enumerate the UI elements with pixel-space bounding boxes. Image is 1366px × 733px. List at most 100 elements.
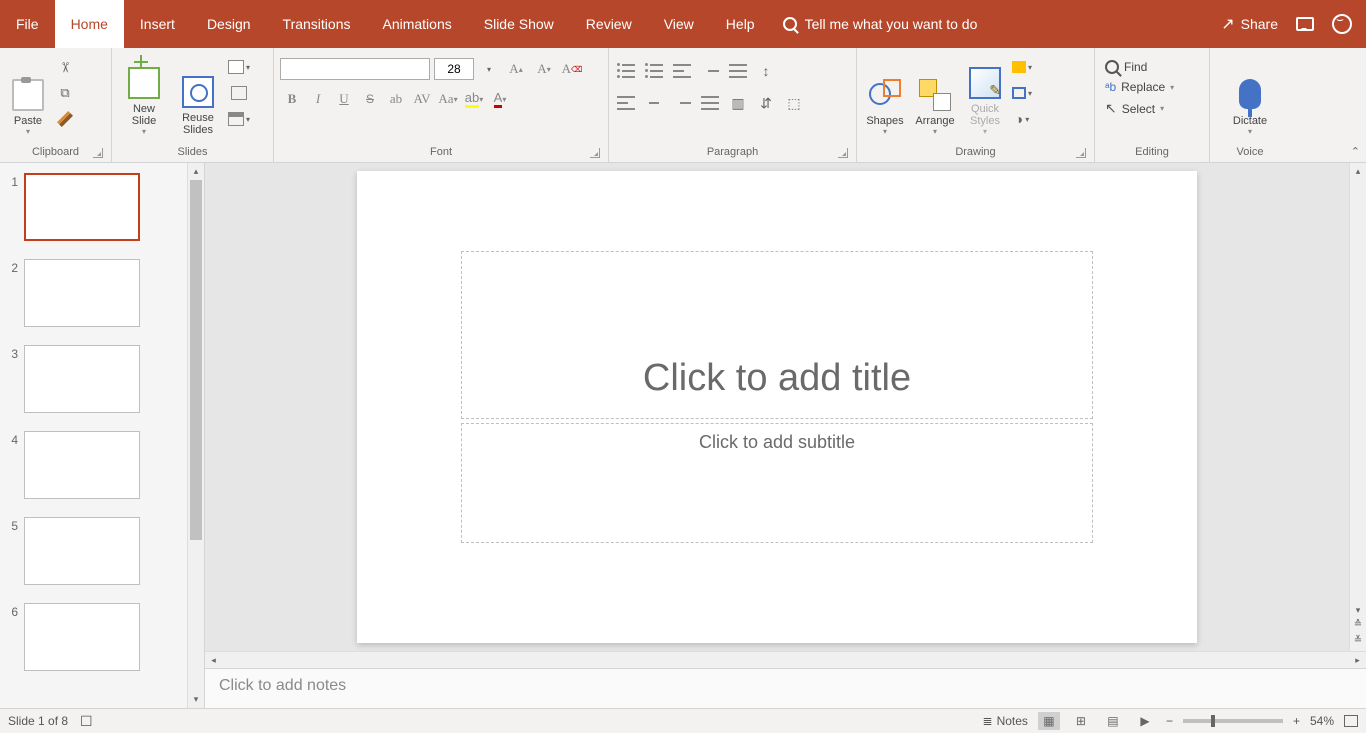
- numbering-button[interactable]: [643, 60, 665, 82]
- font-launcher[interactable]: [590, 148, 600, 158]
- change-case-button[interactable]: Aa▾: [436, 88, 460, 110]
- notes-pane[interactable]: Click to add notes: [205, 668, 1366, 708]
- fit-to-window-button[interactable]: [1344, 715, 1358, 727]
- thumbnail-slide[interactable]: [24, 259, 140, 327]
- tab-transitions[interactable]: Transitions: [267, 0, 367, 48]
- slide-sorter-view-button[interactable]: ⊞: [1070, 712, 1092, 730]
- text-direction-button[interactable]: ↕: [755, 60, 777, 82]
- scroll-down-button[interactable]: ▾: [188, 691, 204, 708]
- increase-font-button[interactable]: A▴: [504, 58, 528, 80]
- chevron-down-icon: ▾: [26, 127, 30, 136]
- canvas-horizontal-scrollbar[interactable]: ◂ ▸: [205, 651, 1366, 668]
- align-text-button[interactable]: ⇵: [755, 92, 777, 114]
- reset-button[interactable]: [228, 82, 250, 104]
- hscroll-left-button[interactable]: ◂: [205, 652, 222, 668]
- thumbnail-slide[interactable]: [24, 345, 140, 413]
- zoom-in-button[interactable]: +: [1293, 714, 1300, 728]
- shapes-button[interactable]: Shapes ▾: [863, 52, 907, 138]
- tab-review[interactable]: Review: [570, 0, 648, 48]
- scroll-up-button[interactable]: ▴: [188, 163, 204, 180]
- tab-design[interactable]: Design: [191, 0, 267, 48]
- hscroll-right-button[interactable]: ▸: [1349, 652, 1366, 668]
- thumbnails-scrollbar[interactable]: ▴ ▾: [187, 163, 204, 708]
- drawing-launcher[interactable]: [1076, 148, 1086, 158]
- thumbnail-slide[interactable]: [24, 173, 140, 241]
- comments-icon[interactable]: [1296, 17, 1314, 31]
- replace-button[interactable]: ᵃbReplace▾: [1101, 78, 1178, 96]
- select-button[interactable]: ↖Select▾: [1101, 98, 1168, 119]
- copy-button[interactable]: ⧉: [54, 82, 76, 104]
- spell-check-icon[interactable]: ☐: [80, 713, 93, 730]
- share-button[interactable]: ↗ Share: [1221, 14, 1278, 34]
- cut-button[interactable]: ✂: [54, 56, 76, 78]
- character-spacing-button[interactable]: AV: [410, 88, 434, 110]
- decrease-indent-button[interactable]: [671, 60, 693, 82]
- paragraph-launcher[interactable]: [838, 148, 848, 158]
- reuse-slides-button[interactable]: Reuse Slides: [172, 52, 224, 138]
- font-size-input[interactable]: [434, 58, 474, 80]
- slideshow-view-button[interactable]: ▶: [1134, 712, 1156, 730]
- tab-slideshow[interactable]: Slide Show: [468, 0, 570, 48]
- tab-animations[interactable]: Animations: [366, 0, 467, 48]
- subtitle-placeholder[interactable]: Click to add subtitle: [461, 423, 1093, 543]
- tab-insert[interactable]: Insert: [124, 0, 191, 48]
- vscroll-up-button[interactable]: ▴: [1350, 163, 1366, 180]
- bullets-button[interactable]: [615, 60, 637, 82]
- smartart-button[interactable]: ⬚: [783, 92, 805, 114]
- align-left-button[interactable]: [615, 92, 637, 114]
- find-button[interactable]: Find: [1101, 58, 1151, 76]
- font-size-dropdown[interactable]: ▾: [478, 58, 500, 80]
- tab-home[interactable]: Home: [55, 0, 124, 48]
- clipboard-launcher[interactable]: [93, 148, 103, 158]
- italic-button[interactable]: I: [306, 88, 330, 110]
- zoom-percentage[interactable]: 54%: [1310, 714, 1334, 728]
- zoom-out-button[interactable]: −: [1166, 714, 1173, 728]
- tab-help[interactable]: Help: [710, 0, 771, 48]
- strikethrough-button[interactable]: S: [358, 88, 382, 110]
- paste-button[interactable]: Paste ▾: [6, 52, 50, 138]
- clear-formatting-button[interactable]: A⌫: [560, 58, 584, 80]
- arrange-button[interactable]: Arrange ▾: [909, 52, 961, 138]
- bold-button[interactable]: B: [280, 88, 304, 110]
- text-shadow-button[interactable]: ab: [384, 88, 408, 110]
- next-slide-button[interactable]: ≚: [1350, 635, 1366, 651]
- prev-slide-button[interactable]: ≙: [1350, 619, 1366, 635]
- normal-view-button[interactable]: ▦: [1038, 712, 1060, 730]
- tell-me-search[interactable]: Tell me what you want to do: [771, 0, 990, 48]
- font-name-input[interactable]: [280, 58, 430, 80]
- scroll-handle[interactable]: [190, 180, 202, 540]
- slide-canvas[interactable]: Click to add title Click to add subtitle: [357, 171, 1197, 643]
- section-button[interactable]: [228, 108, 250, 130]
- collapse-ribbon-button[interactable]: ⌃: [1351, 145, 1360, 158]
- line-spacing-button[interactable]: [727, 60, 749, 82]
- title-placeholder[interactable]: Click to add title: [461, 251, 1093, 419]
- zoom-slider[interactable]: [1183, 719, 1283, 723]
- thumbnail-slide[interactable]: [24, 431, 140, 499]
- decrease-font-button[interactable]: A▾: [532, 58, 556, 80]
- shape-fill-button[interactable]: [1011, 56, 1033, 78]
- align-center-button[interactable]: [643, 92, 665, 114]
- new-slide-button[interactable]: New Slide ▾: [118, 52, 170, 138]
- thumbnail-slide[interactable]: [24, 603, 140, 671]
- align-right-button[interactable]: [671, 92, 693, 114]
- justify-button[interactable]: [699, 92, 721, 114]
- reading-view-button[interactable]: ▤: [1102, 712, 1124, 730]
- font-highlight-button[interactable]: ab▾: [462, 88, 486, 110]
- tab-view[interactable]: View: [648, 0, 710, 48]
- layout-button[interactable]: [228, 56, 250, 78]
- format-painter-button[interactable]: [54, 108, 76, 130]
- vscroll-down-button[interactable]: ▾: [1350, 602, 1366, 619]
- quick-styles-button[interactable]: Quick Styles ▾: [963, 52, 1007, 138]
- columns-button[interactable]: ▥: [727, 92, 749, 114]
- font-color-button[interactable]: A▾: [488, 88, 512, 110]
- shape-effects-button[interactable]: ◑: [1011, 108, 1033, 130]
- increase-indent-button[interactable]: [699, 60, 721, 82]
- account-smiley-icon[interactable]: [1332, 14, 1352, 34]
- notes-toggle[interactable]: ≣Notes: [983, 714, 1028, 728]
- thumbnail-slide[interactable]: [24, 517, 140, 585]
- canvas-vertical-scrollbar[interactable]: ▴ ▾ ≙ ≚: [1349, 163, 1366, 651]
- dictate-button[interactable]: Dictate ▾: [1228, 52, 1272, 138]
- tab-file[interactable]: File: [0, 0, 55, 48]
- underline-button[interactable]: U: [332, 88, 356, 110]
- shape-outline-button[interactable]: [1011, 82, 1033, 104]
